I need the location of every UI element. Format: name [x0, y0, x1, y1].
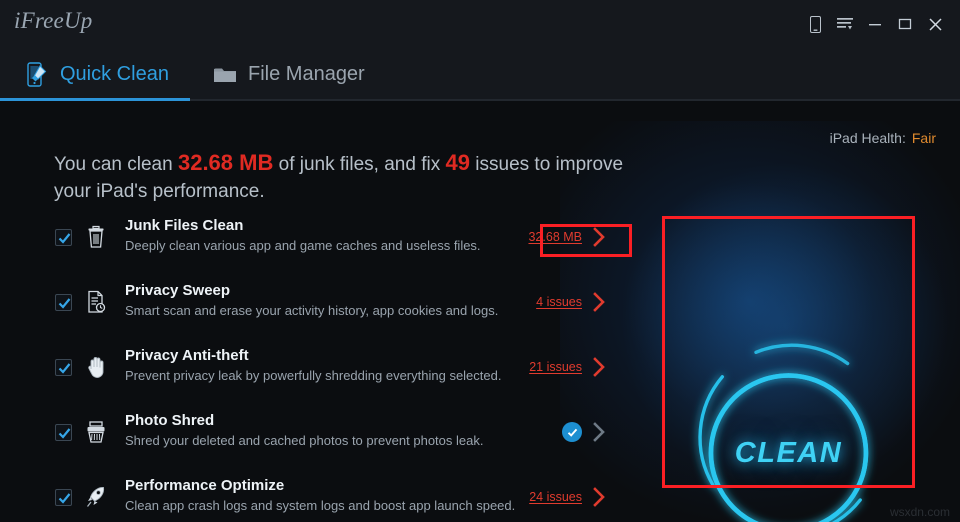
mobile-clean-icon: [24, 61, 50, 87]
tab-file-manager[interactable]: File Manager: [206, 48, 371, 100]
title-bar: iFreeUp: [0, 0, 960, 48]
list-item-title: Performance Optimize: [125, 477, 285, 494]
list-item-desc: Clean app crash logs and system logs and…: [125, 498, 516, 513]
chevron-right-icon[interactable]: [593, 422, 606, 442]
list-item-title: Junk Files Clean: [125, 217, 244, 234]
tab-quick-clean[interactable]: Quick Clean: [18, 48, 175, 100]
list-item[interactable]: Photo Shred Shred your deleted and cache…: [0, 406, 660, 471]
chevron-right-icon[interactable]: [593, 227, 606, 247]
main-content: iPad Health: Fair You can clean 32.68 MB …: [0, 101, 960, 522]
app-logo: iFreeUp: [14, 8, 93, 33]
headline-issues: 49: [445, 150, 470, 175]
chevron-right-icon[interactable]: [593, 357, 606, 377]
checkbox-privacy-sweep[interactable]: [55, 294, 72, 311]
list-item-value-group[interactable]: 32.68 MB: [528, 227, 606, 247]
list-item-title: Privacy Anti-theft: [125, 347, 249, 364]
shredder-icon: [82, 416, 110, 448]
list-item-value-group[interactable]: [562, 422, 606, 442]
headline-part2: of junk files, and fix: [273, 154, 446, 175]
close-button[interactable]: [920, 9, 950, 39]
health-value: Fair: [911, 130, 936, 146]
tab-file-manager-label: File Manager: [248, 62, 365, 85]
list-item-value[interactable]: 4 issues: [536, 295, 582, 309]
device-icon[interactable]: [800, 9, 830, 39]
list-item[interactable]: Privacy Anti-theft Prevent privacy leak …: [0, 341, 660, 406]
list-item-desc: Smart scan and erase your activity histo…: [125, 303, 499, 318]
maximize-button[interactable]: [890, 9, 920, 39]
list-item-value[interactable]: 32.68 MB: [528, 230, 582, 244]
checkbox-performance-optimize[interactable]: [55, 489, 72, 506]
clean-button-label: CLEAN: [734, 436, 843, 469]
summary-headline: You can clean 32.68 MB of junk files, an…: [54, 149, 634, 205]
list-item-value-group[interactable]: 4 issues: [536, 292, 606, 312]
health-label: iPad Health:: [829, 130, 906, 146]
list-item[interactable]: Performance Optimize Clean app crash log…: [0, 471, 660, 522]
tab-quick-clean-label: Quick Clean: [60, 62, 169, 85]
list-item-value[interactable]: 21 issues: [529, 360, 582, 374]
checkbox-photo-shred[interactable]: [55, 424, 72, 441]
health-status: iPad Health: Fair: [830, 130, 936, 146]
list-item-value-group[interactable]: 21 issues: [529, 357, 606, 377]
checkbox-privacy-anti-theft[interactable]: [55, 359, 72, 376]
list-item[interactable]: Privacy Sweep Smart scan and erase your …: [0, 276, 660, 341]
check-circle-icon: [562, 422, 582, 442]
list-item-value-group[interactable]: 24 issues: [529, 487, 606, 507]
list-item-desc: Deeply clean various app and game caches…: [125, 238, 481, 253]
rocket-icon: [82, 481, 110, 513]
clean-item-list: Junk Files Clean Deeply clean various ap…: [0, 211, 660, 522]
list-item-title: Privacy Sweep: [125, 282, 231, 299]
document-clock-icon: [82, 286, 110, 318]
checkbox-junk-files-clean[interactable]: [55, 229, 72, 246]
headline-size: 32.68 MB: [177, 150, 274, 175]
chevron-right-icon[interactable]: [593, 487, 606, 507]
list-item-desc: Shred your deleted and cached photos to …: [125, 433, 484, 448]
list-item-value[interactable]: 24 issues: [529, 490, 582, 504]
hand-icon: [82, 351, 110, 383]
folder-icon: [212, 61, 238, 87]
list-item-title: Photo Shred: [125, 412, 215, 429]
window-controls: [800, 0, 950, 48]
list-item-desc: Prevent privacy leak by powerfully shred…: [125, 368, 502, 383]
list-item[interactable]: Junk Files Clean Deeply clean various ap…: [0, 211, 660, 276]
watermark: wsxdn.com: [889, 505, 950, 519]
headline-part1: You can clean: [54, 154, 178, 175]
chevron-right-icon[interactable]: [593, 292, 606, 312]
clean-button[interactable]: CLEAN: [672, 327, 905, 522]
trash-icon: [82, 221, 110, 253]
menu-icon[interactable]: [830, 9, 860, 39]
minimize-button[interactable]: [860, 9, 890, 39]
